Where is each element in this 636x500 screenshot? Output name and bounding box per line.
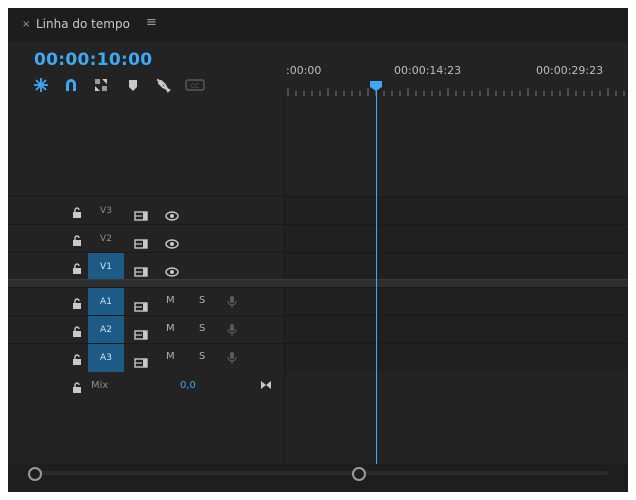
panel-tab-bar: × Linha do tempo ≡: [8, 8, 628, 42]
bowtie-icon[interactable]: [260, 375, 272, 394]
track-lane[interactable]: [285, 225, 628, 253]
sync-lock-icon[interactable]: [134, 325, 148, 344]
mix-track-label: Mix: [91, 380, 109, 391]
track-target-v2[interactable]: V2: [88, 225, 124, 253]
sync-lock-icon[interactable]: [134, 297, 148, 316]
track-target-a1[interactable]: A1: [88, 288, 124, 316]
solo-button[interactable]: S: [199, 351, 205, 362]
lock-icon[interactable]: [72, 379, 82, 398]
close-tab-button[interactable]: ×: [22, 19, 30, 30]
playhead-handle[interactable]: [369, 80, 383, 92]
ruler-label: 00:00:29:23: [536, 64, 604, 77]
track-a3: A3 M S: [8, 343, 628, 372]
track-target-a2[interactable]: A2: [88, 316, 124, 344]
mute-button[interactable]: M: [166, 295, 175, 306]
track-a2: A2 M S: [8, 315, 628, 344]
zoom-handle-left[interactable]: [28, 467, 42, 481]
ruler-ticks: [287, 88, 625, 96]
ruler-label: :00:00: [286, 64, 322, 77]
panel-menu-button[interactable]: ≡: [146, 15, 157, 30]
playhead-line[interactable]: [376, 90, 377, 468]
lock-icon[interactable]: [72, 232, 82, 251]
track-target-v1[interactable]: V1: [88, 253, 124, 281]
track-lane[interactable]: [285, 344, 628, 372]
track-lane[interactable]: [285, 253, 628, 281]
wrench-icon[interactable]: [154, 76, 172, 94]
lock-icon[interactable]: [72, 260, 82, 279]
sync-lock-icon[interactable]: [134, 353, 148, 372]
track-lane[interactable]: [285, 197, 628, 225]
add-marker-icon[interactable]: [124, 76, 142, 94]
timeline-panel: × Linha do tempo ≡ 00:00:10:00 CC :00:00…: [8, 8, 628, 492]
horizontal-scrollbar[interactable]: [8, 464, 628, 492]
eye-icon[interactable]: [165, 234, 179, 253]
eye-icon[interactable]: [165, 206, 179, 225]
scroll-track[interactable]: [28, 471, 608, 475]
panel-title[interactable]: Linha do tempo: [36, 17, 130, 31]
sync-lock-icon[interactable]: [134, 234, 148, 253]
snap-magnet-icon[interactable]: [62, 76, 80, 94]
track-v3: V3: [8, 196, 628, 225]
zoom-handle-right[interactable]: [352, 467, 366, 481]
solo-button[interactable]: S: [199, 323, 205, 334]
captions-icon[interactable]: CC: [184, 76, 206, 94]
lock-icon[interactable]: [72, 323, 82, 342]
microphone-icon[interactable]: [227, 294, 237, 313]
track-a1: A1 M S: [8, 287, 628, 316]
track-v1: V1: [8, 252, 628, 281]
microphone-icon[interactable]: [227, 350, 237, 369]
track-lane[interactable]: [285, 288, 628, 316]
microphone-icon[interactable]: [227, 322, 237, 341]
lock-icon[interactable]: [72, 351, 82, 370]
mute-button[interactable]: M: [166, 323, 175, 334]
mix-volume-value[interactable]: 0,0: [180, 380, 196, 391]
track-v2: V2: [8, 224, 628, 253]
playhead-timecode[interactable]: 00:00:10:00: [34, 50, 152, 70]
lock-icon[interactable]: [72, 295, 82, 314]
ruler-label: 00:00:14:23: [394, 64, 462, 77]
track-target-v3[interactable]: V3: [88, 197, 124, 225]
mute-button[interactable]: M: [166, 351, 175, 362]
lock-icon[interactable]: [72, 204, 82, 223]
track-target-a3[interactable]: A3: [88, 344, 124, 372]
svg-text:CC: CC: [191, 83, 199, 90]
linked-selection-icon[interactable]: [92, 76, 110, 94]
sync-lock-icon[interactable]: [134, 206, 148, 225]
time-ruler[interactable]: :00:00 00:00:14:23 00:00:29:23: [284, 54, 628, 96]
insert-nest-icon[interactable]: [32, 76, 50, 94]
track-lane[interactable]: [285, 316, 628, 344]
solo-button[interactable]: S: [199, 295, 205, 306]
